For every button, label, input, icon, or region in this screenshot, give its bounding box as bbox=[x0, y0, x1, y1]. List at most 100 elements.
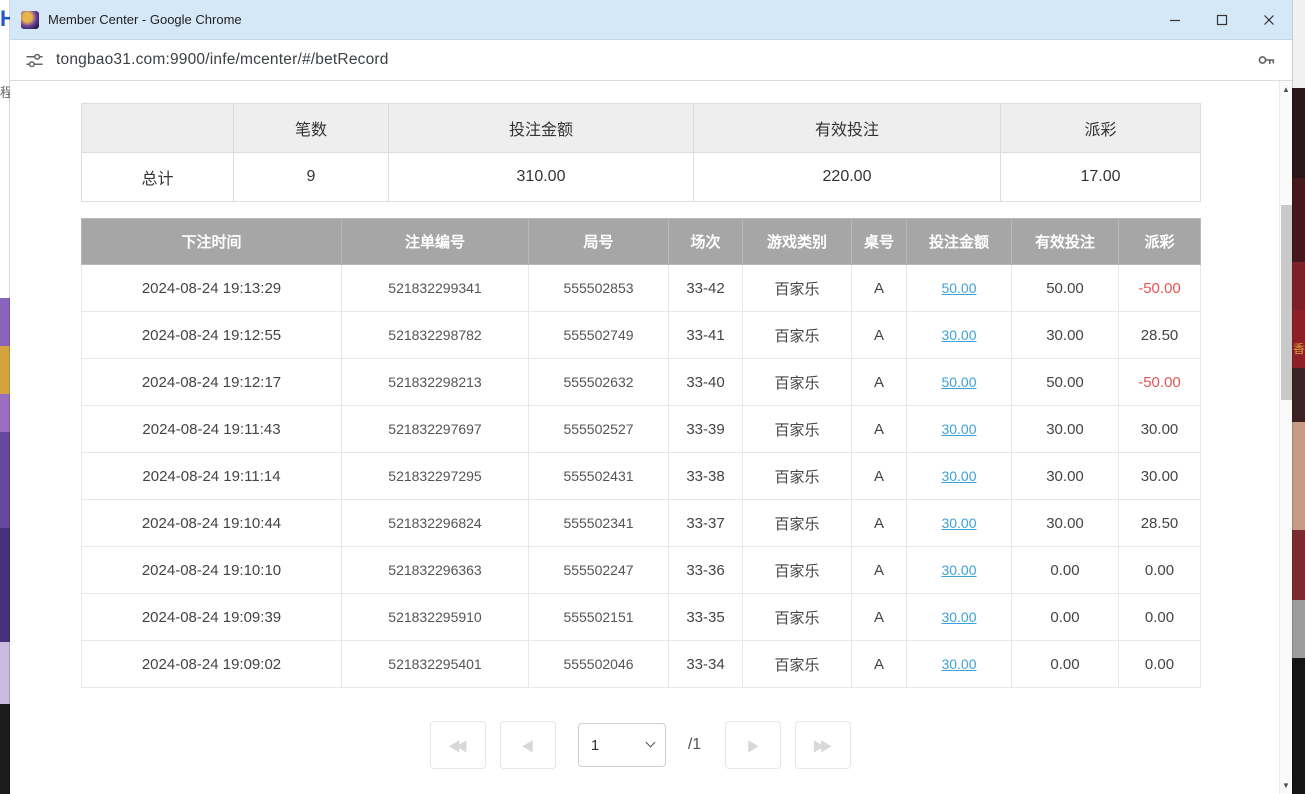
table-row: 2024-08-24 19:11:14 521832297295 5555024… bbox=[82, 453, 1201, 500]
bet-time-cell: 2024-08-24 19:13:29 bbox=[82, 265, 342, 312]
summary-header-row: 笔数 投注金额 有效投注 派彩 bbox=[82, 104, 1201, 153]
first-page-button[interactable]: ◀◀ bbox=[430, 721, 486, 769]
bet-time-cell: 2024-08-24 19:12:55 bbox=[82, 312, 342, 359]
summary-table: 笔数 投注金额 有效投注 派彩 总计 9 310.00 220.00 17.00 bbox=[81, 103, 1201, 202]
close-button[interactable] bbox=[1245, 0, 1292, 39]
bet-time-cell: 2024-08-24 19:11:14 bbox=[82, 453, 342, 500]
right-arrow-icon: ▶ bbox=[748, 736, 759, 755]
prev-page-button[interactable]: ◀ bbox=[500, 721, 556, 769]
session-cell: 33-34 bbox=[669, 641, 743, 688]
scroll-up-arrow-icon[interactable]: ▲ bbox=[1280, 82, 1292, 97]
bet-amount-link[interactable]: 30.00 bbox=[941, 421, 976, 437]
page-select[interactable]: 1 bbox=[578, 723, 666, 767]
last-page-button[interactable]: ▶▶ bbox=[795, 721, 851, 769]
table-no-cell: A bbox=[852, 265, 907, 312]
round-no-cell: 555502046 bbox=[529, 641, 669, 688]
bet-table-header-row: 下注时间 注单编号 局号 场次 游戏类别 桌号 投注金额 有效投注 派彩 bbox=[82, 219, 1201, 265]
maximize-button[interactable] bbox=[1198, 0, 1245, 39]
bet-amount-link[interactable]: 30.00 bbox=[941, 656, 976, 672]
bet-time-cell: 2024-08-24 19:11:43 bbox=[82, 406, 342, 453]
window-titlebar[interactable]: Member Center - Google Chrome bbox=[10, 0, 1292, 40]
bet-amount-link[interactable]: 30.00 bbox=[941, 562, 976, 578]
payout-cell: 28.50 bbox=[1119, 500, 1201, 547]
page-total-label: /1 bbox=[688, 736, 701, 754]
summary-header-payout: 派彩 bbox=[1001, 104, 1201, 153]
desktop-background-left: H 程 bbox=[0, 0, 10, 794]
bet-amount-link[interactable]: 30.00 bbox=[941, 468, 976, 484]
site-settings-icon[interactable] bbox=[26, 52, 43, 69]
summary-header-count: 笔数 bbox=[234, 104, 389, 153]
scroll-down-arrow-icon[interactable]: ▼ bbox=[1280, 778, 1292, 793]
summary-header-bet-amount: 投注金额 bbox=[389, 104, 694, 153]
bet-amount-link[interactable]: 50.00 bbox=[941, 280, 976, 296]
game-type-cell: 百家乐 bbox=[743, 453, 852, 500]
session-cell: 33-36 bbox=[669, 547, 743, 594]
game-type-cell: 百家乐 bbox=[743, 547, 852, 594]
bet-amount-cell: 30.00 bbox=[907, 594, 1012, 641]
payout-cell: 0.00 bbox=[1119, 594, 1201, 641]
table-no-cell: A bbox=[852, 312, 907, 359]
desktop-background-right: 香 bbox=[1292, 0, 1305, 794]
url-text[interactable]: tongbao31.com:9900/infe/mcenter/#/betRec… bbox=[56, 51, 1243, 69]
vertical-scrollbar[interactable]: ▲ ▼ bbox=[1279, 81, 1292, 794]
left-arrow-icon: ◀ bbox=[523, 736, 534, 755]
next-page-button[interactable]: ▶ bbox=[725, 721, 781, 769]
address-bar[interactable]: tongbao31.com:9900/infe/mcenter/#/betRec… bbox=[10, 40, 1292, 81]
session-cell: 33-41 bbox=[669, 312, 743, 359]
minimize-icon bbox=[1169, 14, 1181, 26]
bet-record-table: 下注时间 注单编号 局号 场次 游戏类别 桌号 投注金额 有效投注 派彩 202… bbox=[81, 218, 1201, 688]
background-partial-text-right: 香 bbox=[1293, 340, 1305, 357]
bet-amount-cell: 30.00 bbox=[907, 641, 1012, 688]
payout-cell: 30.00 bbox=[1119, 453, 1201, 500]
game-type-cell: 百家乐 bbox=[743, 641, 852, 688]
table-row: 2024-08-24 19:13:29 521832299341 5555028… bbox=[82, 265, 1201, 312]
order-no-cell: 521832296363 bbox=[342, 547, 529, 594]
bet-amount-link[interactable]: 50.00 bbox=[941, 374, 976, 390]
table-no-cell: A bbox=[852, 641, 907, 688]
table-no-cell: A bbox=[852, 500, 907, 547]
round-no-cell: 555502749 bbox=[529, 312, 669, 359]
valid-bet-cell: 0.00 bbox=[1012, 641, 1119, 688]
round-no-cell: 555502632 bbox=[529, 359, 669, 406]
table-no-cell: A bbox=[852, 406, 907, 453]
minimize-button[interactable] bbox=[1151, 0, 1198, 39]
summary-header-valid-bet: 有效投注 bbox=[694, 104, 1001, 153]
game-type-cell: 百家乐 bbox=[743, 265, 852, 312]
valid-bet-cell: 30.00 bbox=[1012, 406, 1119, 453]
order-no-cell: 521832295910 bbox=[342, 594, 529, 641]
payout-cell: 30.00 bbox=[1119, 406, 1201, 453]
session-cell: 33-38 bbox=[669, 453, 743, 500]
bet-amount-link[interactable]: 30.00 bbox=[941, 515, 976, 531]
table-no-cell: A bbox=[852, 453, 907, 500]
bet-amount-link[interactable]: 30.00 bbox=[941, 327, 976, 343]
pagination: ◀◀ ◀ 1 /1 ▶ ▶▶ bbox=[81, 721, 1200, 769]
background-partial-letter: H bbox=[0, 6, 10, 32]
order-no-cell: 521832299341 bbox=[342, 265, 529, 312]
round-no-cell: 555502341 bbox=[529, 500, 669, 547]
round-no-cell: 555502853 bbox=[529, 265, 669, 312]
order-no-cell: 521832297697 bbox=[342, 406, 529, 453]
col-header-valid-bet: 有效投注 bbox=[1012, 219, 1119, 265]
summary-header-blank bbox=[82, 104, 234, 153]
round-no-cell: 555502527 bbox=[529, 406, 669, 453]
bet-amount-link[interactable]: 30.00 bbox=[941, 609, 976, 625]
payout-cell: 28.50 bbox=[1119, 312, 1201, 359]
summary-total-row: 总计 9 310.00 220.00 17.00 bbox=[82, 153, 1201, 202]
order-no-cell: 521832298213 bbox=[342, 359, 529, 406]
bet-time-cell: 2024-08-24 19:10:10 bbox=[82, 547, 342, 594]
summary-total-label: 总计 bbox=[82, 153, 234, 202]
game-type-cell: 百家乐 bbox=[743, 312, 852, 359]
scrollbar-thumb[interactable] bbox=[1281, 205, 1292, 400]
table-row: 2024-08-24 19:10:10 521832296363 5555022… bbox=[82, 547, 1201, 594]
order-no-cell: 521832295401 bbox=[342, 641, 529, 688]
session-cell: 33-42 bbox=[669, 265, 743, 312]
col-header-bet-amount: 投注金额 bbox=[907, 219, 1012, 265]
col-header-bet-time: 下注时间 bbox=[82, 219, 342, 265]
summary-count-value: 9 bbox=[234, 153, 389, 202]
bet-amount-cell: 50.00 bbox=[907, 265, 1012, 312]
window-title: Member Center - Google Chrome bbox=[48, 12, 1151, 27]
order-no-cell: 521832298782 bbox=[342, 312, 529, 359]
page-content: 笔数 投注金额 有效投注 派彩 总计 9 310.00 220.00 17.00 bbox=[10, 81, 1292, 794]
password-key-icon[interactable] bbox=[1256, 50, 1276, 70]
table-row: 2024-08-24 19:12:55 521832298782 5555027… bbox=[82, 312, 1201, 359]
